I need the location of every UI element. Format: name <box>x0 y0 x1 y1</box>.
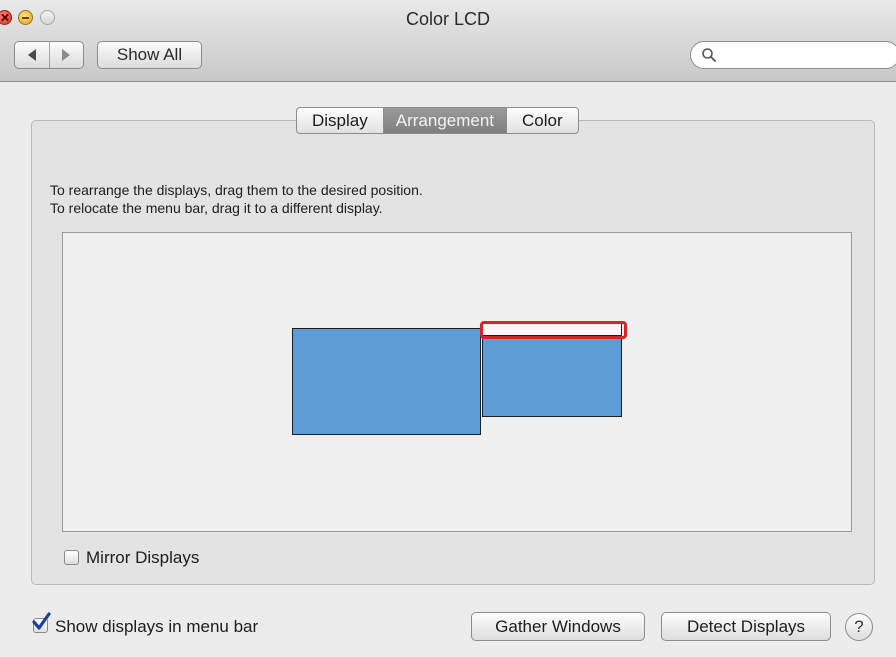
instruction-line-1: To rearrange the displays, drag them to … <box>50 182 423 198</box>
menu-bar-highlight <box>480 321 627 339</box>
instruction-line-2: To relocate the menu bar, drag it to a d… <box>50 200 383 216</box>
window-title: Color LCD <box>405 9 491 29</box>
forward-button[interactable] <box>48 42 84 68</box>
back-button[interactable] <box>15 42 49 68</box>
show-displays-in-menu-bar-label: Show displays in menu bar <box>55 617 259 636</box>
main-display[interactable] <box>292 328 481 435</box>
triangle-left-icon <box>27 49 36 61</box>
search-field[interactable] <box>690 41 896 69</box>
tab-display[interactable]: Display <box>297 108 383 133</box>
window-titlebar: Color LCD Show All <box>0 0 896 82</box>
magnifier-icon <box>702 48 716 62</box>
tab-bar: Display Arrangement Color <box>296 107 579 134</box>
help-button[interactable]: ? <box>845 613 873 641</box>
detect-displays-button[interactable]: Detect Displays <box>661 612 831 641</box>
show-all-button[interactable]: Show All <box>97 41 202 69</box>
triangle-right-icon <box>62 49 71 61</box>
tab-color[interactable]: Color <box>506 108 578 133</box>
mirror-displays-checkbox[interactable] <box>64 550 79 565</box>
checkmark-icon <box>32 612 51 630</box>
gather-windows-button[interactable]: Gather Windows <box>471 612 645 641</box>
tab-arrangement[interactable]: Arrangement <box>382 108 507 133</box>
back-forward-control <box>14 41 84 69</box>
mirror-displays-label: Mirror Displays <box>86 548 200 567</box>
